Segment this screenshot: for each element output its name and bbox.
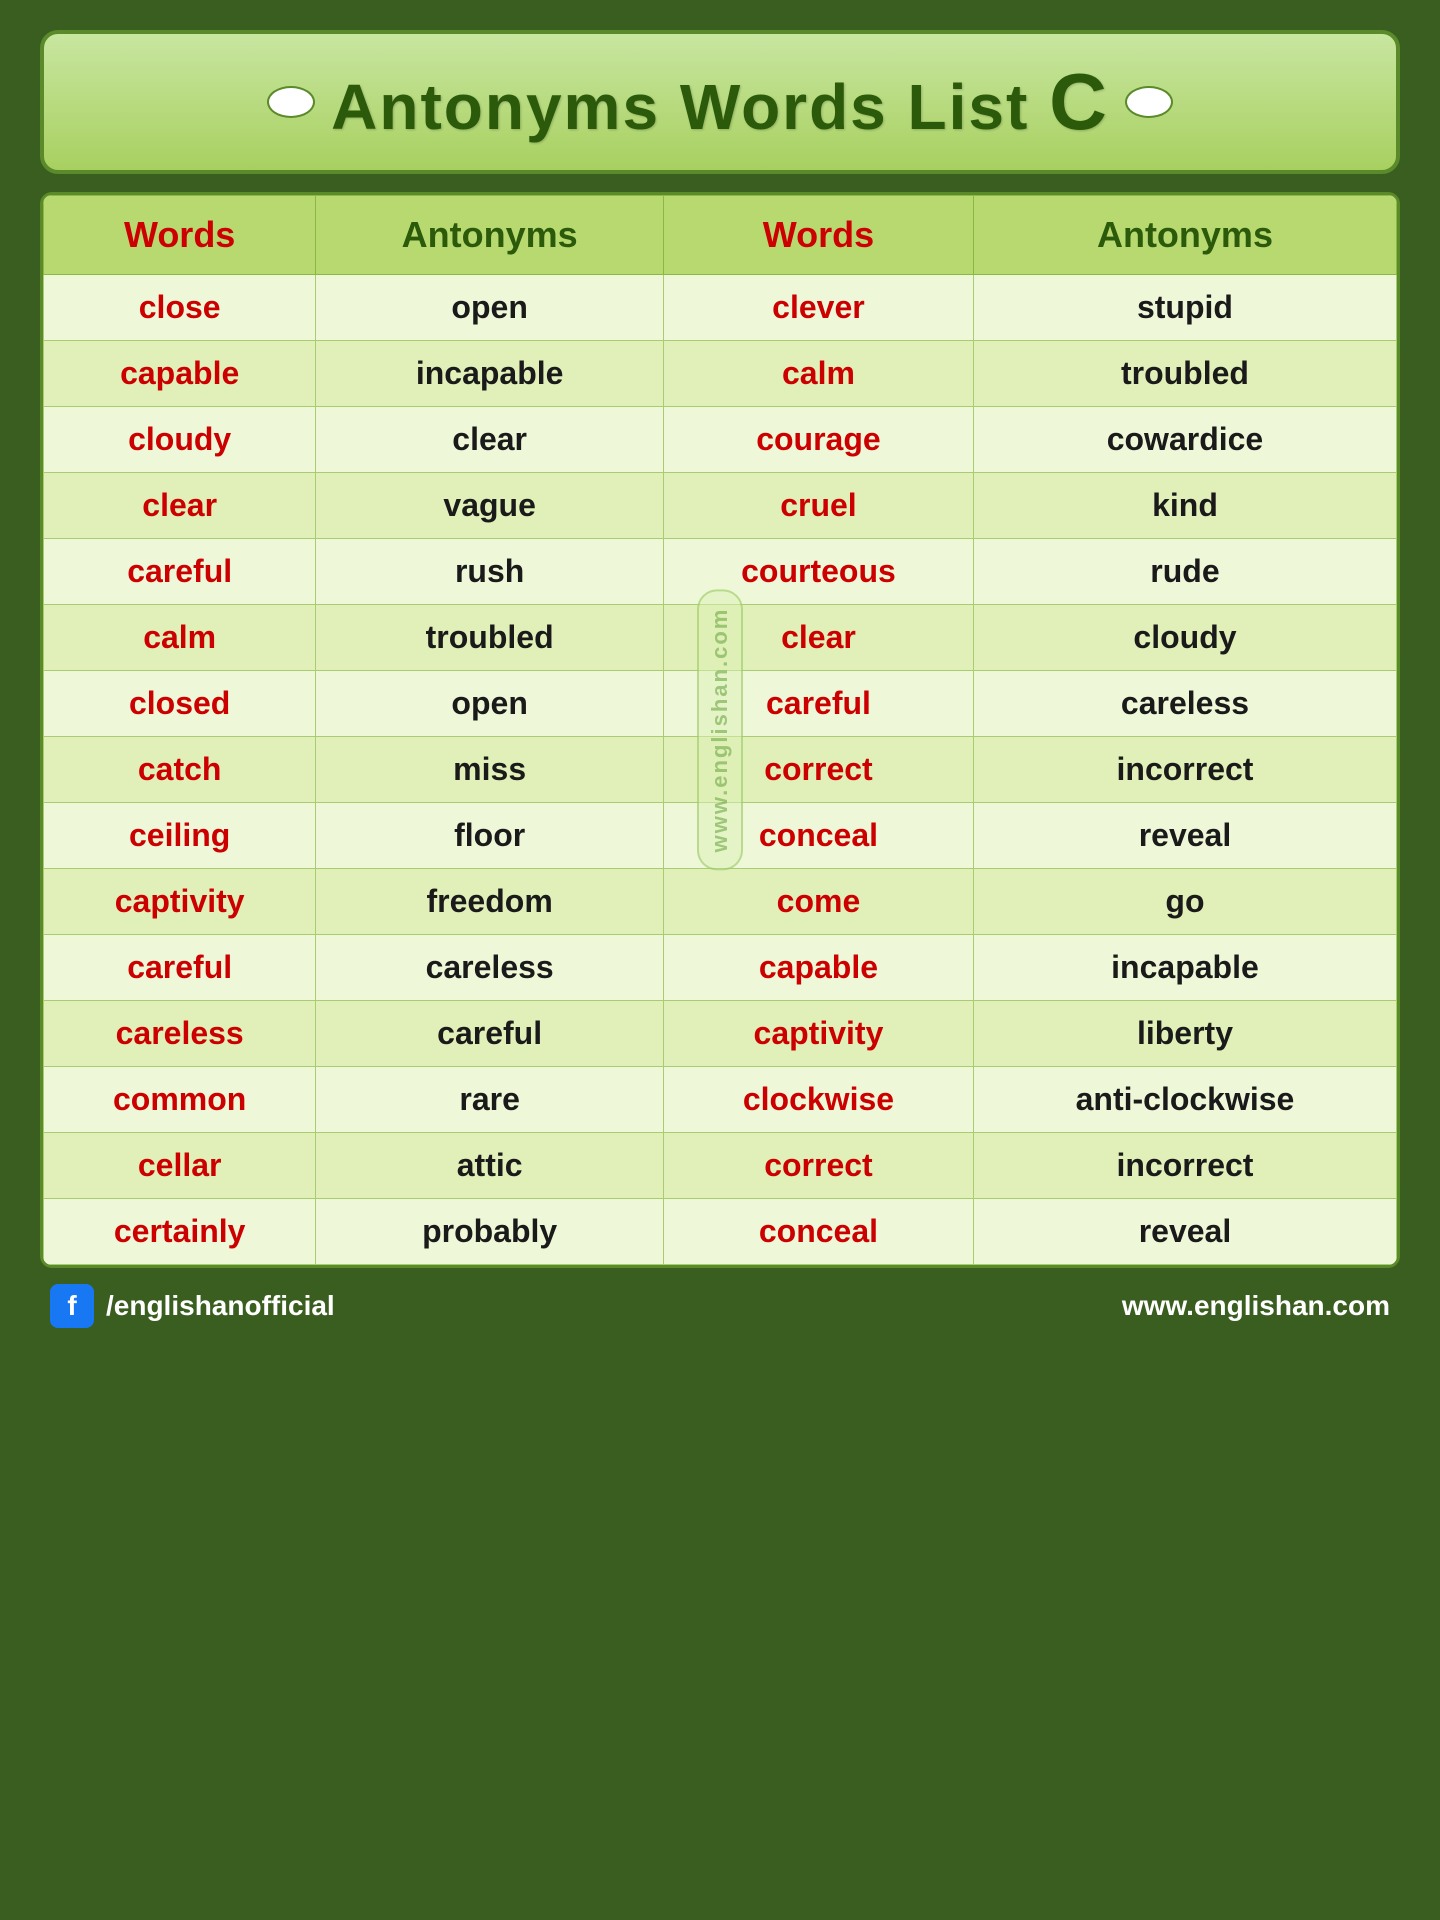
antonym-right: incorrect [973, 1133, 1396, 1199]
header-words-1: Words [44, 196, 316, 275]
word-right: correct [663, 1133, 973, 1199]
antonym-left: floor [316, 803, 664, 869]
word-right: courage [663, 407, 973, 473]
word-right: clever [663, 275, 973, 341]
antonym-left: open [316, 275, 664, 341]
table-row: carefulrushcourteousrude [44, 539, 1397, 605]
header-antonyms-1: Antonyms [316, 196, 664, 275]
antonym-left: rare [316, 1067, 664, 1133]
antonym-right: cloudy [973, 605, 1396, 671]
antonym-right: reveal [973, 803, 1396, 869]
word-left: careful [44, 539, 316, 605]
table-row: certainlyprobablyconcealreveal [44, 1199, 1397, 1265]
table-row: calmtroubledclearcloudy [44, 605, 1397, 671]
antonym-right: go [973, 869, 1396, 935]
word-left: calm [44, 605, 316, 671]
word-right: capable [663, 935, 973, 1001]
table-row: ceilingfloorconcealreveal [44, 803, 1397, 869]
word-left: close [44, 275, 316, 341]
antonym-right: stupid [973, 275, 1396, 341]
word-right: careful [663, 671, 973, 737]
table-row: cellaratticcorrectincorrect [44, 1133, 1397, 1199]
title-bar: Antonyms Words List C [40, 30, 1400, 174]
header-words-2: Words [663, 196, 973, 275]
table-row: closedopencarefulcareless [44, 671, 1397, 737]
word-left: clear [44, 473, 316, 539]
antonyms-table-container: www.englishan.com Words Antonyms Words A… [40, 192, 1400, 1268]
antonym-right: troubled [973, 341, 1396, 407]
antonym-left: troubled [316, 605, 664, 671]
antonym-right: rude [973, 539, 1396, 605]
word-left: certainly [44, 1199, 316, 1265]
antonym-right: kind [973, 473, 1396, 539]
word-right: conceal [663, 1199, 973, 1265]
table-row: closeopencleverstupid [44, 275, 1397, 341]
antonym-left: freedom [316, 869, 664, 935]
fb-handle: /englishanofficial [106, 1290, 335, 1322]
word-right: clear [663, 605, 973, 671]
footer: f /englishanofficial www.englishan.com [40, 1284, 1400, 1328]
antonym-left: probably [316, 1199, 664, 1265]
antonym-left: clear [316, 407, 664, 473]
table-row: captivityfreedomcomego [44, 869, 1397, 935]
antonym-right: liberty [973, 1001, 1396, 1067]
antonym-right: reveal [973, 1199, 1396, 1265]
antonym-right: incorrect [973, 737, 1396, 803]
word-left: capable [44, 341, 316, 407]
table-row: commonrareclockwiseanti-clockwise [44, 1067, 1397, 1133]
word-right: come [663, 869, 973, 935]
facebook-icon: f [50, 1284, 94, 1328]
page-title: Antonyms Words List C [331, 56, 1109, 148]
antonym-left: rush [316, 539, 664, 605]
word-left: careless [44, 1001, 316, 1067]
footer-social: f /englishanofficial [50, 1284, 335, 1328]
antonym-right: anti-clockwise [973, 1067, 1396, 1133]
antonym-left: open [316, 671, 664, 737]
antonym-right: careless [973, 671, 1396, 737]
antonym-left: miss [316, 737, 664, 803]
word-left: captivity [44, 869, 316, 935]
table-row: capableincapablecalmtroubled [44, 341, 1397, 407]
antonym-left: careful [316, 1001, 664, 1067]
antonym-left: careless [316, 935, 664, 1001]
oval-right [1125, 86, 1173, 118]
antonyms-table: Words Antonyms Words Antonyms closeopenc… [43, 195, 1397, 1265]
word-right: courteous [663, 539, 973, 605]
table-row: catchmisscorrectincorrect [44, 737, 1397, 803]
word-right: calm [663, 341, 973, 407]
word-right: clockwise [663, 1067, 973, 1133]
oval-left [267, 86, 315, 118]
antonym-left: vague [316, 473, 664, 539]
antonym-left: incapable [316, 341, 664, 407]
word-left: cellar [44, 1133, 316, 1199]
table-row: clearvaguecruelkind [44, 473, 1397, 539]
word-left: closed [44, 671, 316, 737]
word-right: correct [663, 737, 973, 803]
antonym-left: attic [316, 1133, 664, 1199]
word-left: common [44, 1067, 316, 1133]
word-right: conceal [663, 803, 973, 869]
antonym-right: incapable [973, 935, 1396, 1001]
antonym-right: cowardice [973, 407, 1396, 473]
word-left: ceiling [44, 803, 316, 869]
table-row: cloudyclearcouragecowardice [44, 407, 1397, 473]
table-header-row: Words Antonyms Words Antonyms [44, 196, 1397, 275]
footer-website: www.englishan.com [1122, 1290, 1390, 1322]
word-left: catch [44, 737, 316, 803]
header-antonyms-2: Antonyms [973, 196, 1396, 275]
word-left: careful [44, 935, 316, 1001]
table-row: carefulcarelesscapableincapable [44, 935, 1397, 1001]
word-right: captivity [663, 1001, 973, 1067]
word-left: cloudy [44, 407, 316, 473]
word-right: cruel [663, 473, 973, 539]
table-row: carelesscarefulcaptivityliberty [44, 1001, 1397, 1067]
